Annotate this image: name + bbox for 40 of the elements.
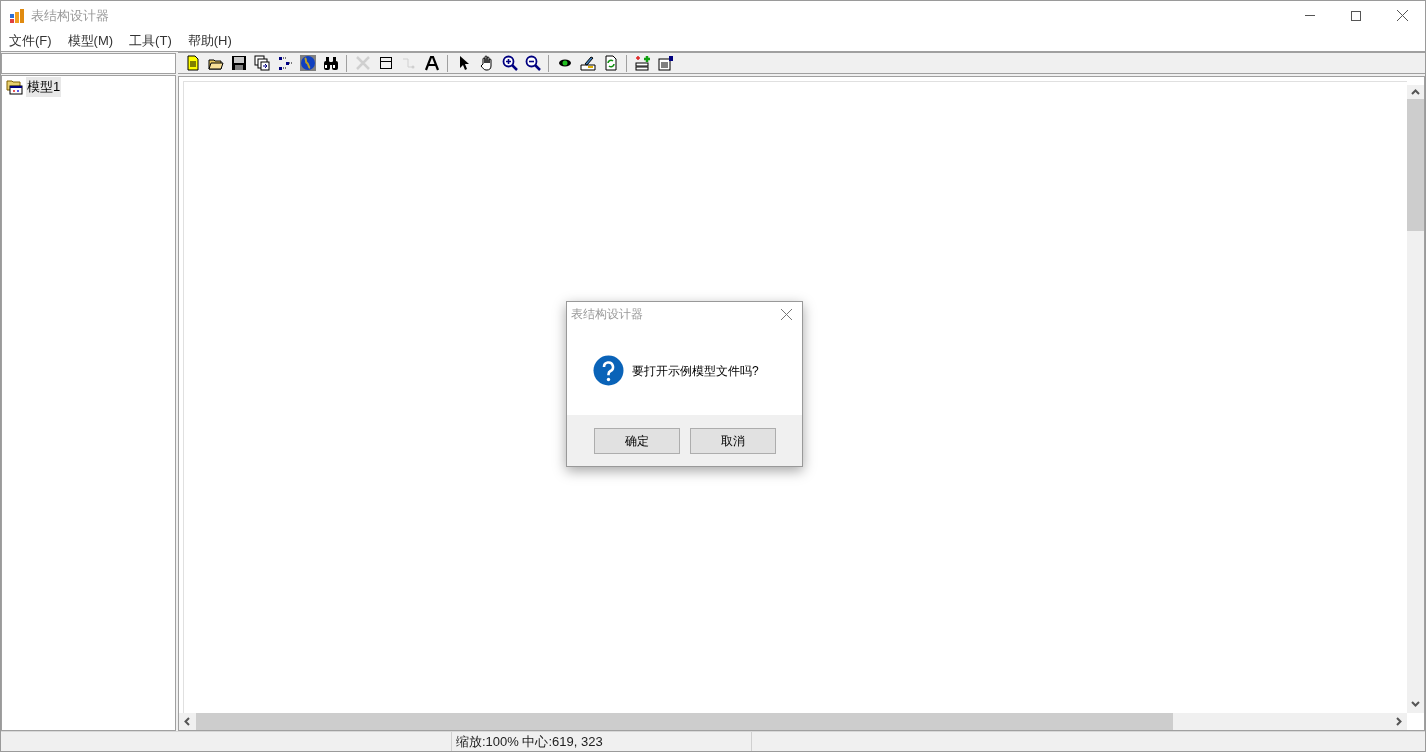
table-icon: [377, 55, 394, 71]
refresh-icon: [602, 55, 619, 71]
close-icon: [1396, 10, 1408, 21]
minimize-icon: [1305, 15, 1315, 16]
menu-item[interactable]: 帮助(H): [179, 30, 240, 51]
scrollbar-thumb[interactable]: [196, 713, 1173, 730]
hand-icon: [478, 55, 495, 71]
question-icon: [593, 355, 624, 386]
search-field[interactable]: [1, 53, 176, 74]
window-title: 表结构设计器: [31, 6, 109, 25]
windows-icon: [253, 55, 270, 71]
vertical-scrollbar[interactable]: [1407, 85, 1424, 713]
scrollbar-thumb[interactable]: [1407, 99, 1424, 231]
new-document-icon: [184, 55, 201, 71]
binoculars-icon: [322, 55, 339, 71]
connector-icon: [400, 55, 417, 71]
properties-icon: [657, 55, 674, 71]
zoom-out-icon: [524, 55, 541, 71]
dialog-button[interactable]: 确定: [593, 427, 680, 454]
maximize-icon: [1351, 10, 1361, 21]
model-folder-icon: [6, 79, 23, 95]
dialog-button[interactable]: 取消: [689, 427, 776, 454]
letter-icon: [423, 55, 440, 71]
menu-item[interactable]: 模型(M): [59, 30, 122, 51]
save-icon: [230, 55, 247, 71]
x-icon: [354, 55, 371, 71]
globe-icon: [299, 55, 316, 71]
dialog-title: 表结构设计器: [571, 306, 643, 323]
tree-item[interactable]: 模型1: [26, 77, 62, 97]
zoom-in-icon: [501, 55, 518, 71]
menu-item[interactable]: 文件(F): [1, 30, 60, 51]
dotted-tree-icon: [276, 55, 293, 71]
close-icon: [780, 308, 792, 320]
dialog-message: 要打开示例模型文件吗?: [632, 362, 759, 380]
menu-item[interactable]: 工具(T): [121, 30, 180, 51]
horizontal-scrollbar[interactable]: [179, 713, 1407, 730]
add-field-icon: [634, 55, 651, 71]
status-text: 缩放:100% 中心:619, 323: [456, 732, 603, 751]
app-icon: [10, 8, 25, 23]
edit-icon: [579, 55, 596, 71]
